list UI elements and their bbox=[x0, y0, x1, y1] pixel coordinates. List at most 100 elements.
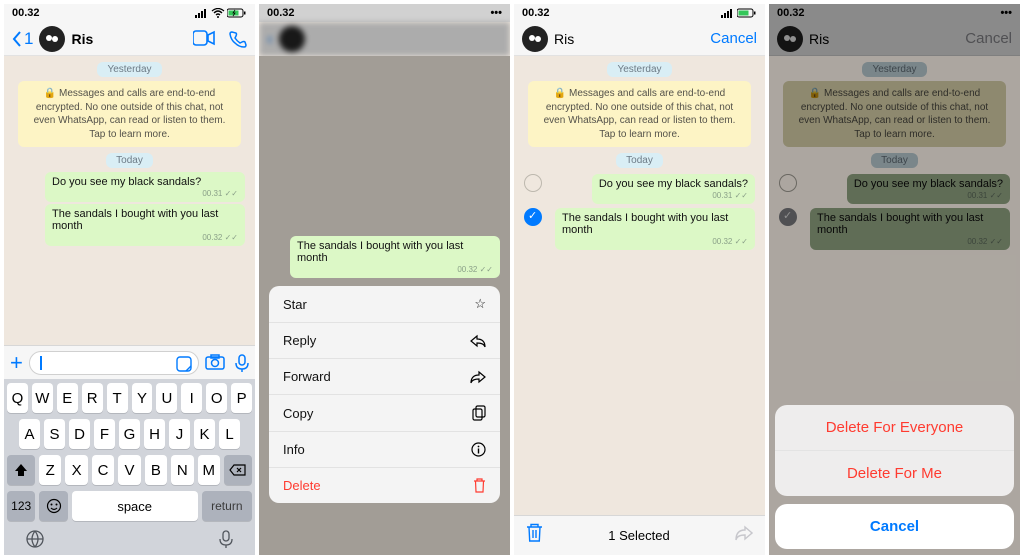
message-text: The sandals I bought with you last month bbox=[52, 208, 218, 232]
return-key[interactable]: return bbox=[202, 491, 252, 521]
message-meta: 00.31 ✓✓ bbox=[52, 189, 238, 198]
key[interactable]: X bbox=[65, 455, 87, 485]
chat-area[interactable]: Yesterday 🔒 Messages and calls are end-t… bbox=[514, 56, 765, 515]
space-key[interactable]: space bbox=[72, 491, 198, 521]
key[interactable]: L bbox=[219, 419, 240, 449]
message-input[interactable] bbox=[29, 351, 199, 375]
select-radio-off[interactable] bbox=[524, 174, 542, 192]
key[interactable]: Q bbox=[7, 383, 28, 413]
menu-reply[interactable]: Reply bbox=[269, 323, 500, 359]
encryption-notice[interactable]: 🔒 Messages and calls are end-to-end encr… bbox=[18, 81, 241, 147]
emoji-key[interactable] bbox=[39, 491, 67, 521]
mic-icon[interactable] bbox=[235, 354, 249, 372]
date-pill: Today bbox=[106, 153, 153, 168]
menu-forward[interactable]: Forward bbox=[269, 359, 500, 395]
key[interactable]: Z bbox=[39, 455, 61, 485]
key[interactable]: N bbox=[171, 455, 193, 485]
screen-context-menu: 00.32 ••• ‹ The sandals I bought with yo… bbox=[259, 4, 510, 555]
screen-action-sheet: 00.32 ••• Ris Cancel Yesterday 🔒 Message… bbox=[769, 4, 1020, 555]
key[interactable]: W bbox=[32, 383, 53, 413]
back-button[interactable]: 1 bbox=[12, 29, 33, 49]
select-radio-on[interactable] bbox=[524, 208, 542, 226]
numeric-key[interactable]: 123 bbox=[7, 491, 35, 521]
key[interactable]: K bbox=[194, 419, 215, 449]
status-icons: ••• bbox=[490, 7, 502, 19]
delete-for-me-button[interactable]: Delete For Me bbox=[775, 451, 1014, 496]
key[interactable]: I bbox=[181, 383, 202, 413]
key[interactable]: Y bbox=[132, 383, 153, 413]
voice-call-icon[interactable] bbox=[229, 30, 247, 48]
cancel-button[interactable]: Cancel bbox=[710, 30, 757, 47]
key[interactable]: R bbox=[82, 383, 103, 413]
key[interactable]: A bbox=[19, 419, 40, 449]
avatar[interactable] bbox=[39, 26, 65, 52]
key[interactable]: C bbox=[92, 455, 114, 485]
star-icon: ☆ bbox=[474, 296, 486, 312]
status-bar: 00.32 bbox=[514, 4, 765, 22]
key[interactable]: T bbox=[107, 383, 128, 413]
unread-badge: 1 bbox=[24, 29, 33, 49]
date-pill: Yesterday bbox=[607, 62, 671, 77]
contact-name[interactable]: Ris bbox=[71, 31, 187, 47]
menu-copy[interactable]: Copy bbox=[269, 395, 500, 432]
action-sheet: Delete For Everyone Delete For Me Cancel bbox=[775, 405, 1014, 549]
action-sheet-cancel-button[interactable]: Cancel bbox=[775, 504, 1014, 549]
message-bubble[interactable]: Do you see my black sandals? 00.31 ✓✓ bbox=[45, 172, 245, 202]
chevron-left-icon bbox=[12, 31, 22, 47]
shift-key[interactable] bbox=[7, 455, 35, 485]
info-icon bbox=[471, 442, 486, 457]
key[interactable]: J bbox=[169, 419, 190, 449]
message-text: The sandals I bought with you last month bbox=[297, 240, 463, 264]
clock: 00.32 bbox=[267, 7, 295, 19]
key[interactable]: D bbox=[69, 419, 90, 449]
video-call-icon[interactable] bbox=[193, 30, 215, 46]
date-pill: Today bbox=[616, 153, 663, 168]
key[interactable]: O bbox=[206, 383, 227, 413]
selectable-row[interactable]: Do you see my black sandals?00.31 ✓✓ bbox=[514, 172, 765, 206]
message-bubble[interactable]: The sandals I bought with you last month… bbox=[45, 204, 245, 246]
chat-header: ‹ bbox=[259, 22, 510, 56]
chat-area: The sandals I bought with you last month… bbox=[259, 56, 510, 555]
chat-area[interactable]: Yesterday 🔒 Messages and calls are end-t… bbox=[4, 56, 255, 345]
chat-header: Ris Cancel bbox=[514, 22, 765, 56]
attach-button[interactable]: + bbox=[10, 350, 23, 376]
backspace-key[interactable] bbox=[224, 455, 252, 485]
key[interactable]: F bbox=[94, 419, 115, 449]
key[interactable]: B bbox=[145, 455, 167, 485]
key[interactable]: S bbox=[44, 419, 65, 449]
key[interactable]: H bbox=[144, 419, 165, 449]
trash-icon bbox=[473, 478, 486, 493]
menu-delete[interactable]: Delete bbox=[269, 468, 500, 503]
message-bubble[interactable]: Do you see my black sandals?00.31 ✓✓ bbox=[592, 174, 755, 204]
globe-icon[interactable] bbox=[25, 529, 45, 549]
date-pill: Yesterday bbox=[97, 62, 161, 77]
contact-name[interactable]: Ris bbox=[554, 31, 704, 47]
action-sheet-group: Delete For Everyone Delete For Me bbox=[775, 405, 1014, 496]
message-meta: 00.32 ✓✓ bbox=[52, 233, 238, 242]
key[interactable]: G bbox=[119, 419, 140, 449]
context-menu: Star☆ Reply Forward Copy Info Delete bbox=[269, 286, 500, 503]
key[interactable]: E bbox=[57, 383, 78, 413]
screen-selection: 00.32 Ris Cancel Yesterday 🔒 Messages an… bbox=[514, 4, 765, 555]
key[interactable]: P bbox=[231, 383, 252, 413]
status-bar: 00.32 bbox=[4, 4, 255, 22]
menu-info[interactable]: Info bbox=[269, 432, 500, 468]
key[interactable]: V bbox=[118, 455, 140, 485]
key[interactable]: M bbox=[198, 455, 220, 485]
status-bar: 00.32 ••• bbox=[259, 4, 510, 22]
dictate-icon[interactable] bbox=[218, 529, 234, 549]
menu-star[interactable]: Star☆ bbox=[269, 286, 500, 323]
delete-for-everyone-button[interactable]: Delete For Everyone bbox=[775, 405, 1014, 451]
text-caret bbox=[40, 356, 42, 370]
message-bubble[interactable]: The sandals I bought with you last month… bbox=[555, 208, 755, 250]
clock: 00.32 bbox=[522, 7, 550, 19]
message-input-bar: + bbox=[4, 345, 255, 379]
avatar[interactable] bbox=[522, 26, 548, 52]
encryption-notice: 🔒 Messages and calls are end-to-end encr… bbox=[528, 81, 751, 147]
key[interactable]: U bbox=[156, 383, 177, 413]
sticker-icon[interactable] bbox=[176, 356, 192, 377]
selectable-row[interactable]: The sandals I bought with you last month… bbox=[514, 206, 765, 252]
delete-button[interactable] bbox=[526, 523, 543, 548]
clock: 00.32 bbox=[12, 7, 40, 19]
camera-icon[interactable] bbox=[205, 354, 225, 370]
